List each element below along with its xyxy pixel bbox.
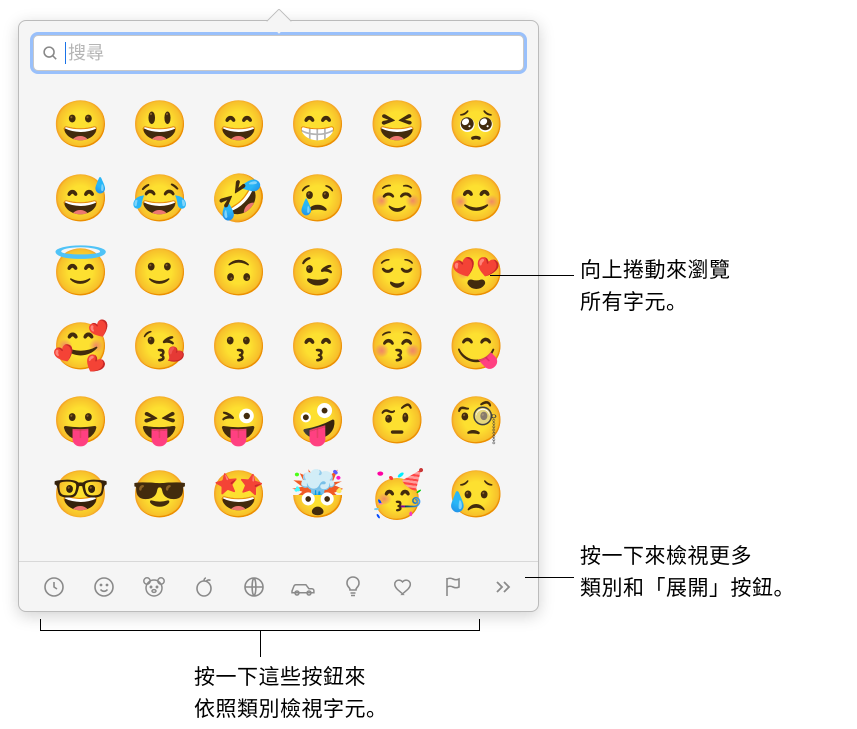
category-bar [19, 561, 538, 611]
search-field[interactable] [33, 35, 524, 71]
leader-line [260, 631, 261, 657]
emoji-cell[interactable]: 😂 [130, 168, 190, 228]
emoji-cell[interactable]: 😋 [446, 316, 506, 376]
emoji-cell[interactable]: 😅 [51, 168, 111, 228]
emoji-cell[interactable]: 😥 [446, 464, 506, 524]
emoji-cell[interactable]: 😆 [367, 94, 427, 154]
emoji-cell[interactable]: 😎 [130, 464, 190, 524]
emoji-cell[interactable]: 😊 [446, 168, 506, 228]
emoji-cell[interactable]: 🤣 [209, 168, 269, 228]
emoji-cell[interactable]: 😁 [288, 94, 348, 154]
emoji-grid: 😀 😃 😄 😁 😆 🥺 😅 😂 🤣 😢 ☺️ 😊 😇 🙂 🙃 😉 😌 😍 🥰 😘 😗 😙 😚 😋 😛 😝 😜 🤪 🤨 🧐 🤓 😎 🤩 🤯 🥳 😥 [19, 81, 538, 561]
leader-line [525, 577, 574, 578]
emoji-cell[interactable]: 😛 [51, 390, 111, 450]
annotation-categories: 按一下這些按鈕來 依照類別檢視字元。 [194, 662, 388, 725]
annotation-text: 所有字元。 [580, 287, 731, 319]
emoji-cell[interactable]: 😚 [367, 316, 427, 376]
emoji-cell[interactable]: 🧐 [446, 390, 506, 450]
flags-icon[interactable] [432, 568, 474, 606]
smiley-icon[interactable] [83, 568, 125, 606]
emoji-cell[interactable]: 🙂 [130, 242, 190, 302]
emoji-cell[interactable]: 🤪 [288, 390, 348, 450]
character-viewer-panel: 😀 😃 😄 😁 😆 🥺 😅 😂 🤣 😢 ☺️ 😊 😇 🙂 🙃 😉 😌 😍 🥰 😘 😗 😙 😚 😋 😛 😝 😜 🤪 🤨 🧐 🤓 😎 🤩 🤯 🥳 😥 [18, 20, 539, 612]
text-cursor [65, 42, 66, 64]
emoji-cell[interactable]: 😇 [51, 242, 111, 302]
leader-line [490, 275, 574, 276]
emoji-cell[interactable]: 😍 [446, 242, 506, 302]
emoji-cell[interactable]: 😢 [288, 168, 348, 228]
emoji-cell[interactable]: 🤩 [209, 464, 269, 524]
travel-icon[interactable] [282, 568, 324, 606]
emoji-cell[interactable]: 😜 [209, 390, 269, 450]
emoji-cell[interactable]: 🥺 [446, 94, 506, 154]
objects-icon[interactable] [332, 568, 374, 606]
annotation-text: 依照類別檢視字元。 [194, 694, 388, 726]
emoji-cell[interactable]: 😀 [51, 94, 111, 154]
search-input[interactable] [68, 43, 515, 64]
emoji-cell[interactable]: 😙 [288, 316, 348, 376]
annotation-more: 按一下來檢視更多 類別和「展開」按鈕。 [580, 541, 795, 604]
annotation-text: 按一下來檢視更多 [580, 541, 795, 573]
more-icon[interactable] [482, 568, 524, 606]
emoji-cell[interactable]: 🙃 [209, 242, 269, 302]
emoji-cell[interactable]: 😌 [367, 242, 427, 302]
emoji-cell[interactable]: ☺️ [367, 168, 427, 228]
emoji-cell[interactable]: 😘 [130, 316, 190, 376]
emoji-cell[interactable]: 🥰 [51, 316, 111, 376]
emoji-cell[interactable]: 😃 [130, 94, 190, 154]
bracket [40, 619, 480, 631]
annotation-scroll: 向上捲動來瀏覽 所有字元。 [580, 255, 731, 318]
annotation-text: 向上捲動來瀏覽 [580, 255, 731, 287]
emoji-cell[interactable]: 😝 [130, 390, 190, 450]
activity-icon[interactable] [233, 568, 275, 606]
emoji-cell[interactable]: 😉 [288, 242, 348, 302]
annotation-text: 類別和「展開」按鈕。 [580, 573, 795, 605]
emoji-cell[interactable]: 😗 [209, 316, 269, 376]
annotation-text: 按一下這些按鈕來 [194, 662, 388, 694]
food-icon[interactable] [183, 568, 225, 606]
emoji-cell[interactable]: 🤨 [367, 390, 427, 450]
search-icon [42, 45, 59, 62]
emoji-cell[interactable]: 😄 [209, 94, 269, 154]
emoji-cell[interactable]: 🤯 [288, 464, 348, 524]
emoji-cell[interactable]: 🥳 [367, 464, 427, 524]
symbols-icon[interactable] [382, 568, 424, 606]
recent-icon[interactable] [33, 568, 75, 606]
emoji-cell[interactable]: 🤓 [51, 464, 111, 524]
animals-icon[interactable] [133, 568, 175, 606]
